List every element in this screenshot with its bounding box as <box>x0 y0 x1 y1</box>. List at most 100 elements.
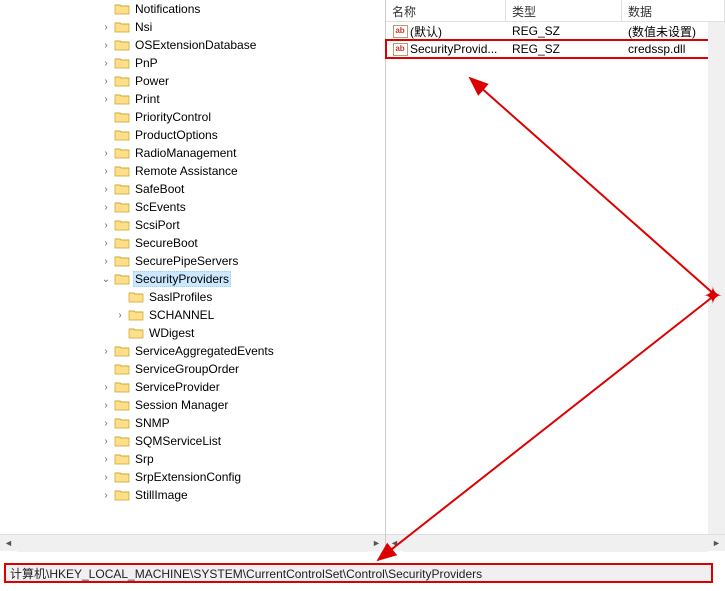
tree-item-label: ScsiPort <box>133 218 182 232</box>
tree-item[interactable]: ›SafeBoot <box>0 180 385 198</box>
chevron-right-icon[interactable]: › <box>98 415 114 431</box>
status-bar: 计算机\HKEY_LOCAL_MACHINE\SYSTEM\CurrentCon… <box>4 563 713 583</box>
chevron-right-icon[interactable]: › <box>98 199 114 215</box>
tree-scroll-area[interactable]: Notifications›Nsi›OSExtensionDatabase›Pn… <box>0 0 385 534</box>
tree-item[interactable]: ›SrpExtensionConfig <box>0 468 385 486</box>
tree-item[interactable]: › SQMServiceList <box>0 432 385 450</box>
value-name: (默认) <box>410 23 442 40</box>
values-list[interactable]: ab(默认)REG_SZ(数值未设置)abSecurityProvid...RE… <box>386 22 725 534</box>
tree-item-label: Notifications <box>133 2 202 16</box>
value-type: REG_SZ <box>506 41 622 57</box>
value-row[interactable]: abSecurityProvid...REG_SZcredssp.dll <box>386 40 725 58</box>
folder-icon <box>114 434 130 448</box>
tree-item[interactable]: › Remote Assistance <box>0 162 385 180</box>
tree-item[interactable]: › Session Manager <box>0 396 385 414</box>
scroll-left-icon[interactable]: ◄ <box>386 535 403 552</box>
tree-item-label: SQMServiceList <box>133 434 223 448</box>
tree-item-label: Nsi <box>133 20 154 34</box>
string-value-icon: ab <box>392 42 408 56</box>
scroll-track[interactable] <box>403 535 708 552</box>
tree-item-label: RadioManagement <box>133 146 238 160</box>
chevron-right-icon[interactable]: › <box>98 55 114 71</box>
tree-item-label: WDigest <box>147 326 196 340</box>
folder-icon <box>114 470 130 484</box>
tree-item-label: PnP <box>133 56 160 70</box>
column-data[interactable]: 数据 <box>622 0 725 21</box>
values-vertical-scrollbar[interactable] <box>708 22 725 534</box>
scroll-track[interactable] <box>17 535 368 552</box>
folder-icon <box>114 2 130 16</box>
tree-item[interactable]: ›Srp <box>0 450 385 468</box>
folder-icon <box>114 182 130 196</box>
tree-item-label: SecurityProviders <box>133 271 231 287</box>
value-row[interactable]: ab(默认)REG_SZ(数值未设置) <box>386 22 725 40</box>
tree-item[interactable]: › PnP <box>0 54 385 72</box>
tree-item-label: SCHANNEL <box>147 308 216 322</box>
chevron-right-icon[interactable]: › <box>98 217 114 233</box>
chevron-right-icon[interactable]: › <box>98 145 114 161</box>
tree-item[interactable]: › ScsiPort <box>0 216 385 234</box>
chevron-right-icon[interactable]: › <box>98 379 114 395</box>
chevron-right-icon[interactable]: › <box>98 91 114 107</box>
chevron-right-icon[interactable]: › <box>112 307 128 323</box>
tree-item-label: Session Manager <box>133 398 230 412</box>
scroll-left-icon[interactable]: ◄ <box>0 535 17 552</box>
folder-icon <box>114 92 130 106</box>
tree-item-label: SecurePipeServers <box>133 254 240 268</box>
folder-icon <box>128 308 144 322</box>
tree-item[interactable]: WDigest <box>0 324 385 342</box>
tree-item[interactable]: ServiceGroupOrder <box>0 360 385 378</box>
chevron-right-icon[interactable]: › <box>98 451 114 467</box>
tree-item[interactable]: ›ServiceAggregatedEvents <box>0 342 385 360</box>
chevron-right-icon[interactable]: › <box>98 181 114 197</box>
tree-item[interactable]: ›Power <box>0 72 385 90</box>
tree-item[interactable]: ProductOptions <box>0 126 385 144</box>
chevron-down-icon[interactable]: ⌄ <box>98 271 114 287</box>
chevron-right-icon[interactable]: › <box>98 235 114 251</box>
column-name[interactable]: 名称 <box>386 0 506 21</box>
folder-icon <box>114 110 130 124</box>
values-horizontal-scrollbar[interactable]: ◄ ► <box>386 534 725 551</box>
chevron-right-icon[interactable]: › <box>98 487 114 503</box>
folder-icon <box>114 254 130 268</box>
chevron-right-icon[interactable]: › <box>98 433 114 449</box>
chevron-right-icon[interactable]: › <box>98 19 114 35</box>
tree-horizontal-scrollbar[interactable]: ◄ ► <box>0 534 385 551</box>
tree-item-label: Print <box>133 92 162 106</box>
tree-item[interactable]: › SCHANNEL <box>0 306 385 324</box>
tree-item-label: SNMP <box>133 416 172 430</box>
tree-item[interactable]: › StillImage <box>0 486 385 504</box>
tree-item[interactable]: ›ServiceProvider <box>0 378 385 396</box>
tree-item[interactable]: › SNMP <box>0 414 385 432</box>
column-type[interactable]: 类型 <box>506 0 622 21</box>
tree-item[interactable]: ›OSExtensionDatabase <box>0 36 385 54</box>
tree-item[interactable]: › SecurePipeServers <box>0 252 385 270</box>
folder-icon <box>114 128 130 142</box>
scroll-right-icon[interactable]: ► <box>368 535 385 552</box>
tree-item[interactable]: › Nsi <box>0 18 385 36</box>
folder-icon <box>114 38 130 52</box>
string-value-icon: ab <box>392 24 408 38</box>
chevron-right-icon[interactable]: › <box>98 37 114 53</box>
chevron-right-icon[interactable]: › <box>98 73 114 89</box>
tree-item-label: Remote Assistance <box>133 164 240 178</box>
tree-item-label: StillImage <box>133 488 190 502</box>
tree-item-label: SecureBoot <box>133 236 200 250</box>
tree-item[interactable]: ⌄ SecurityProviders <box>0 270 385 288</box>
tree-item[interactable]: › Print <box>0 90 385 108</box>
tree-item[interactable]: › ScEvents <box>0 198 385 216</box>
folder-icon <box>128 290 144 304</box>
chevron-right-icon[interactable]: › <box>98 397 114 413</box>
tree-item[interactable]: › RadioManagement <box>0 144 385 162</box>
tree-item[interactable]: SaslProfiles <box>0 288 385 306</box>
scroll-right-icon[interactable]: ► <box>708 535 725 552</box>
chevron-right-icon[interactable]: › <box>98 343 114 359</box>
chevron-right-icon[interactable]: › <box>98 163 114 179</box>
value-name: SecurityProvid... <box>410 42 497 56</box>
chevron-right-icon[interactable]: › <box>98 469 114 485</box>
tree-item[interactable]: Notifications <box>0 0 385 18</box>
tree-item[interactable]: PriorityControl <box>0 108 385 126</box>
tree-item[interactable]: › SecureBoot <box>0 234 385 252</box>
chevron-right-icon[interactable]: › <box>98 253 114 269</box>
tree-item-label: ScEvents <box>133 200 188 214</box>
